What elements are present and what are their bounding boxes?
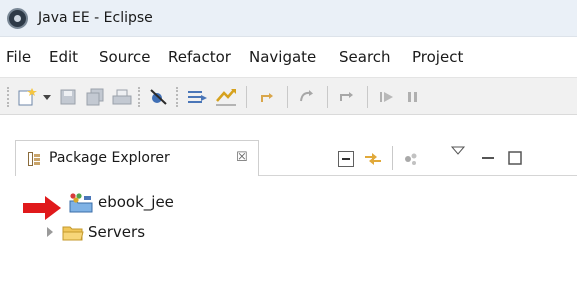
open-perspective-icon[interactable] [214,87,240,107]
step-icon[interactable] [256,87,278,107]
java-project-icon [69,193,93,213]
run-icon[interactable] [336,87,358,107]
menu-bar: File Edit Source Refactor Navigate Searc… [0,37,577,77]
project-tree: ebook_jee Servers [0,176,577,303]
toolbar-grip [138,87,142,107]
red-arrow-annotation [23,196,61,220]
skip-breakpoints-icon[interactable] [148,87,170,107]
toolbar-separator [327,86,328,108]
menu-navigate[interactable]: Navigate [249,48,316,66]
folder-icon [62,226,84,241]
view-menu-icon[interactable] [450,145,466,157]
close-icon[interactable]: ☒ [236,150,248,165]
tab-package-explorer[interactable]: Package Explorer ☒ [15,140,259,176]
toolbar-grip[interactable] [7,87,11,107]
minimize-icon[interactable] [480,150,496,166]
toolbar-separator [287,86,288,108]
toolbar-separator [367,86,368,108]
print-icon[interactable] [111,87,133,107]
tree-item-label: Servers [88,223,146,241]
resume-icon[interactable] [376,87,398,107]
expand-chevron-icon[interactable] [47,227,53,237]
pause-icon[interactable] [404,87,422,107]
redo-icon[interactable] [296,87,318,107]
tree-item-ebook-jee[interactable]: ebook_jee [66,191,206,215]
main-toolbar [0,77,577,115]
eclipse-icon [7,8,28,29]
package-explorer-tabbar: Package Explorer ☒ [15,140,577,176]
dropdown-arrow-icon[interactable] [42,87,52,107]
package-explorer-icon [28,152,40,166]
toolbar-separator [246,86,247,108]
view-toolbar-separator [392,146,393,170]
toolbar-grip [176,87,180,107]
menu-search[interactable]: Search [339,48,391,66]
menu-edit[interactable]: Edit [49,48,78,66]
menu-source[interactable]: Source [99,48,151,66]
focus-icon[interactable] [402,150,420,168]
new-wizard-icon[interactable] [16,87,40,107]
title-bar: Java EE - Eclipse [0,0,577,37]
collapse-all-icon[interactable] [337,150,355,168]
save-all-icon[interactable] [84,87,106,107]
tree-item-label: ebook_jee [98,193,174,211]
save-icon[interactable] [58,87,78,107]
window-title: Java EE - Eclipse [38,10,153,26]
menu-refactor[interactable]: Refactor [168,48,231,66]
tab-label: Package Explorer [49,150,170,166]
menu-file[interactable]: File [6,48,31,66]
tree-item-servers[interactable]: Servers [47,221,187,245]
build-icon[interactable] [186,87,208,107]
maximize-icon[interactable] [507,150,523,166]
menu-project[interactable]: Project [412,48,463,66]
link-with-editor-icon[interactable] [363,150,383,168]
